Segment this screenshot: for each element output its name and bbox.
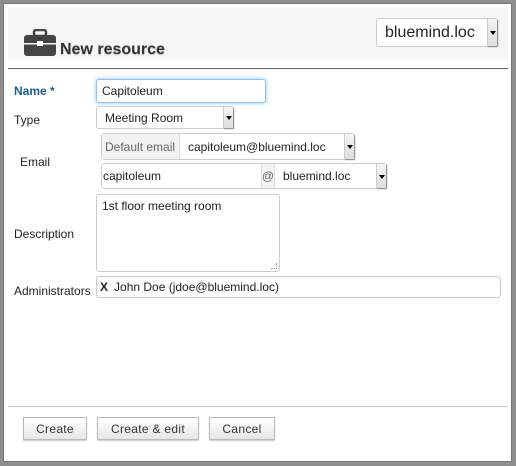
admin-token: John Doe (jdoe@bluemind.loc) [114, 280, 279, 294]
chevron-down-icon [344, 134, 354, 159]
email-address-group: capitoleum @ bluemind.loc [101, 163, 387, 189]
type-select-value: Meeting Room [105, 110, 184, 125]
footer-divider [8, 406, 508, 407]
type-label: Type [14, 113, 41, 127]
chevron-down-icon [223, 107, 233, 128]
description-label: Description [14, 227, 75, 241]
email-domain-select[interactable]: bluemind.loc [275, 169, 376, 183]
email-local-input[interactable]: capitoleum [102, 164, 262, 188]
default-email-select[interactable]: Default email capitoleum@bluemind.loc [101, 133, 355, 160]
resize-handle-icon[interactable] [271, 263, 277, 269]
new-resource-dialog: New resource bluemind.loc Name * Capitol… [3, 3, 512, 462]
header-divider [8, 68, 508, 69]
at-sign: @ [262, 164, 275, 188]
default-email-value: capitoleum@bluemind.loc [188, 139, 326, 154]
administrators-input[interactable]: X John Doe (jdoe@bluemind.loc) [96, 276, 501, 298]
type-select[interactable]: Meeting Room [96, 106, 234, 129]
domain-select-value: bluemind.loc [385, 23, 475, 41]
create-edit-button[interactable]: Create & edit [97, 417, 199, 440]
cancel-button[interactable]: Cancel [209, 417, 275, 440]
briefcase-icon [24, 29, 56, 56]
name-input[interactable]: Capitoleum [96, 79, 266, 103]
domain-select[interactable]: bluemind.loc [376, 18, 498, 47]
name-label: Name * [14, 84, 55, 98]
default-email-label: Default email [102, 134, 180, 159]
remove-admin-icon[interactable]: X [100, 280, 108, 294]
description-textarea[interactable]: 1st floor meeting room [96, 194, 280, 272]
page-title: New resource [60, 41, 165, 58]
email-label: Email [20, 155, 51, 169]
description-value: 1st floor meeting room [102, 199, 222, 213]
chevron-down-icon [487, 19, 497, 46]
chevron-down-icon [376, 164, 386, 188]
administrators-label: Administrators [14, 284, 91, 298]
create-button[interactable]: Create [23, 417, 87, 440]
